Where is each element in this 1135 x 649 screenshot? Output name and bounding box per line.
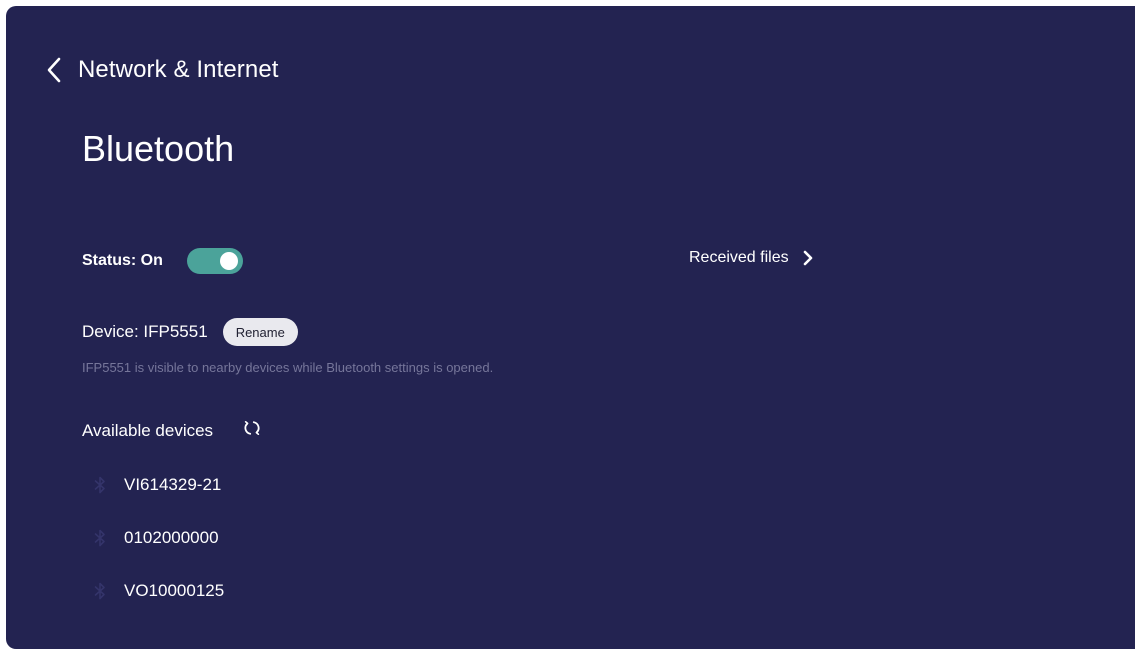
available-devices-header: Available devices <box>82 419 261 442</box>
device-list-item[interactable]: VI614329-21 <box>94 472 224 498</box>
device-list-item-name: 0102000000 <box>124 528 219 547</box>
back-button[interactable]: Network & Internet <box>46 56 279 84</box>
status-row: Status: On <box>82 248 243 274</box>
received-files-link[interactable]: Received files <box>689 249 813 267</box>
chevron-right-icon <box>789 250 813 266</box>
toggle-knob <box>219 252 238 270</box>
bluetooth-toggle[interactable] <box>186 248 243 274</box>
device-list: VI614329-21 0102000000 VO10000125 <box>94 472 224 631</box>
device-list-item-name: VO10000125 <box>124 581 225 600</box>
status-label: Status: On <box>82 252 163 269</box>
bluetooth-icon <box>94 529 106 547</box>
device-list-item[interactable]: VO10000125 <box>94 578 224 604</box>
bluetooth-icon <box>94 476 106 494</box>
settings-panel: Network & Internet Bluetooth Status: On … <box>6 6 1135 649</box>
back-label: Network & Internet <box>78 56 279 83</box>
device-list-item[interactable]: 0102000000 <box>94 525 224 551</box>
chevron-left-icon <box>46 57 62 83</box>
device-name-label: Device: IFP5551 <box>82 322 208 341</box>
received-files-label: Received files <box>689 249 789 266</box>
page-title: Bluetooth <box>82 128 235 169</box>
refresh-icon[interactable] <box>243 419 261 442</box>
device-list-item-name: VI614329-21 <box>124 475 222 494</box>
device-row: Device: IFP5551 Rename <box>82 318 298 346</box>
rename-button[interactable]: Rename <box>222 318 298 346</box>
visibility-note: IFP5551 is visible to nearby devices whi… <box>82 360 494 375</box>
bluetooth-icon <box>94 582 106 600</box>
available-devices-label: Available devices <box>82 420 214 440</box>
